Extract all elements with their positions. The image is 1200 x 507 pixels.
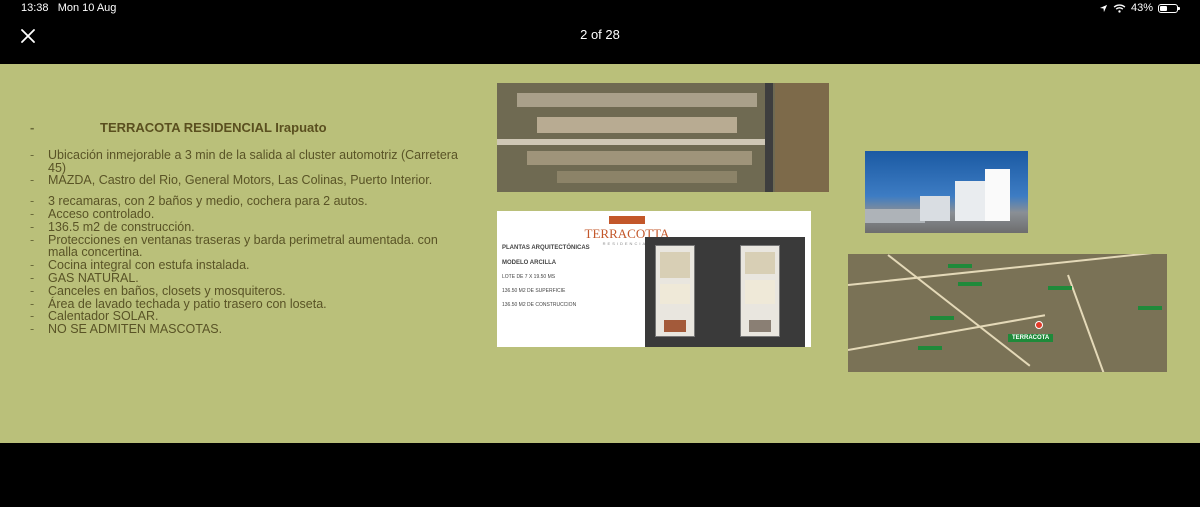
upper-floor-plan — [740, 245, 780, 337]
location-pin-icon — [1035, 321, 1043, 329]
room — [745, 280, 775, 304]
map-label — [948, 264, 972, 268]
room — [745, 252, 775, 274]
plan-construction: 136.50 M2 DE CONSTRUCCION — [502, 302, 577, 308]
map-road — [848, 254, 1167, 286]
street — [497, 139, 767, 145]
list-item: Protecciones en ventanas traseras y bard… — [30, 233, 460, 260]
logo-mark-icon — [609, 216, 645, 224]
room — [660, 252, 690, 278]
map-road — [887, 254, 1031, 367]
wifi-icon — [1113, 3, 1126, 13]
field-area — [775, 83, 829, 192]
plan-surface: 136.50 M2 DE SUPERFICIE — [502, 288, 566, 294]
list-item: NO SE ADMITEN MASCOTAS. — [30, 323, 460, 336]
map-label — [918, 346, 942, 350]
map-marker-label: TERRACOTA — [1008, 334, 1054, 342]
ground-floor-plan — [655, 245, 695, 337]
car-icon — [664, 320, 686, 332]
map-label — [958, 282, 982, 286]
list-item: 136.5 m2 de construcción. — [30, 220, 460, 234]
list-item: Acceso controlado. — [30, 208, 460, 221]
entrance-photo — [865, 151, 1028, 233]
aerial-photo — [497, 83, 829, 192]
housing-block — [527, 151, 752, 165]
gatehouse — [920, 196, 950, 221]
house-facade — [985, 169, 1010, 221]
list-item: MAZDA, Castro del Rio, General Motors, L… — [30, 174, 460, 187]
battery-fill — [1160, 5, 1167, 11]
battery-percent: 43% — [1130, 2, 1153, 14]
plan-lot: LOTE DE 7 X 19.50 MS — [502, 274, 556, 280]
map-label — [930, 316, 954, 320]
housing-block — [537, 117, 737, 133]
room — [660, 284, 690, 304]
car-icon — [749, 320, 771, 332]
plan-drawings — [645, 237, 805, 347]
page-counter: 2 of 28 — [580, 27, 620, 42]
slide-page[interactable]: TERRACOTA RESIDENCIAL Irapuato Ubicación… — [0, 64, 1200, 443]
housing-block — [557, 171, 737, 183]
clock-time: 13:38 — [21, 2, 49, 14]
status-bar: 13:38 Mon 10 Aug 43% — [0, 0, 1200, 16]
housing-block — [517, 93, 757, 107]
location-arrow-icon — [1099, 4, 1108, 12]
plan-model: MODELO ARCILLA — [502, 260, 557, 266]
map-road — [1067, 274, 1110, 372]
plan-info: PLANTAS ARQUITECTÓNICAS MODELO ARCILLA L… — [502, 244, 642, 309]
map-label — [1138, 306, 1162, 310]
map-label — [1048, 286, 1072, 290]
list-item: GAS NATURAL. — [30, 272, 460, 285]
slide-title: TERRACOTA RESIDENCIAL Irapuato — [30, 121, 460, 135]
location-map: TERRACOTA — [848, 254, 1167, 372]
perimeter-wall — [865, 209, 925, 223]
status-time: 13:38 Mon 10 Aug — [21, 2, 116, 14]
clock-date: Mon 10 Aug — [57, 2, 117, 14]
avenue — [765, 83, 773, 192]
floor-plan-image: TERRACOTTA RESIDENCIAL PLANTAS ARQUITECT… — [497, 211, 811, 347]
plan-heading: PLANTAS ARQUITECTÓNICAS — [502, 245, 590, 251]
list-item: Ubicación inmejorable a 3 min de la sali… — [30, 148, 460, 175]
feature-list: Ubicación inmejorable a 3 min de la sali… — [30, 148, 460, 336]
battery-icon — [1158, 3, 1180, 13]
status-indicators: 43% — [1099, 2, 1180, 14]
slide-text-block: TERRACOTA RESIDENCIAL Irapuato Ubicación… — [30, 121, 460, 336]
list-item: Canceles en baños, closets y mosquiteros… — [30, 284, 460, 298]
